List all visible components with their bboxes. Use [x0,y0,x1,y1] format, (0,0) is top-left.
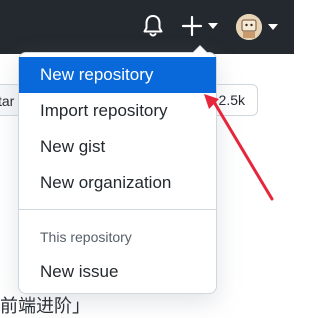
create-dropdown-menu: New repository Import repository New gis… [18,45,217,294]
bell-icon[interactable] [142,14,164,38]
avatar [236,14,262,40]
menu-item-new-repository[interactable]: New repository [19,57,216,93]
create-new-button[interactable] [181,14,221,38]
menu-section-label: This repository [40,229,132,245]
top-header [0,0,294,54]
page-content-text: 前端进阶」 [0,296,90,317]
menu-item-new-gist[interactable]: New gist [19,129,216,165]
star-button-label: tar [0,93,15,109]
chevron-down-icon [268,24,278,30]
user-menu-button[interactable] [236,12,282,42]
menu-divider [19,209,216,210]
menu-item-new-issue[interactable]: New issue [19,254,216,290]
chevron-down-icon [208,23,218,29]
plus-icon [181,15,203,37]
menu-item-new-organization[interactable]: New organization [19,165,216,201]
count-label: 2.5k [218,92,245,108]
menu-item-import-repository[interactable]: Import repository [19,93,216,129]
